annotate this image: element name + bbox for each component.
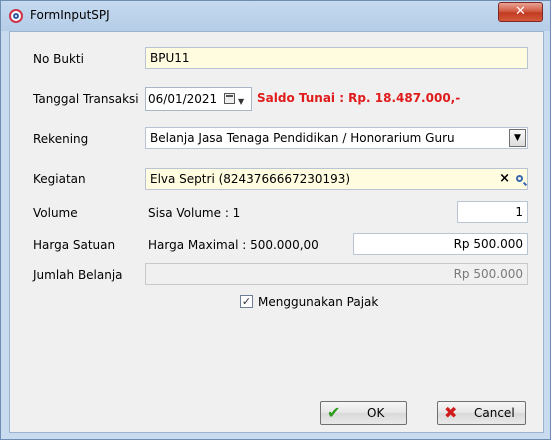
jumlah-belanja-output: Rp 500.000 xyxy=(145,263,528,285)
rekening-select[interactable]: Belanja Jasa Tenaga Pendidikan / Honorar… xyxy=(145,127,528,149)
saldo-tunai-text: Saldo Tunai : Rp. 18.487.000,- xyxy=(257,91,461,105)
chevron-down-icon[interactable]: ▼ xyxy=(238,91,244,113)
rekening-label: Rekening xyxy=(33,132,89,146)
kegiatan-label: Kegiatan xyxy=(33,172,86,186)
close-button[interactable]: ✕ xyxy=(498,2,543,22)
volume-label: Volume xyxy=(33,206,78,220)
form-window: FormInputSPJ ✕ No Bukti BPU11 Tanggal Tr… xyxy=(0,0,551,440)
kegiatan-value: Elva Septri (8243766667230193) xyxy=(150,172,351,186)
rekening-value: Belanja Jasa Tenaga Pendidikan / Honorar… xyxy=(150,131,455,145)
harga-maximal-text: Harga Maximal : 500.000,00 xyxy=(148,238,319,252)
tanggal-date-picker[interactable]: 06/01/2021 ▼ xyxy=(145,87,252,111)
tanggal-value: 06/01/2021 xyxy=(148,92,218,106)
app-icon xyxy=(9,9,23,23)
clear-icon[interactable]: × xyxy=(499,169,510,189)
pajak-label[interactable]: Menggunakan Pajak xyxy=(258,295,378,309)
cancel-icon: ✖ xyxy=(444,403,458,422)
title-bar[interactable]: FormInputSPJ ✕ xyxy=(1,1,550,31)
no-bukti-label: No Bukti xyxy=(33,52,84,66)
no-bukti-input[interactable]: BPU11 xyxy=(145,47,528,69)
harga-satuan-input[interactable]: Rp 500.000 xyxy=(353,233,528,255)
kegiatan-lookup[interactable]: Elva Septri (8243766667230193) × xyxy=(145,168,528,190)
cancel-label: Cancel xyxy=(474,406,515,420)
tanggal-label: Tanggal Transaksi xyxy=(33,92,139,106)
search-icon[interactable] xyxy=(516,175,523,182)
harga-satuan-label: Harga Satuan xyxy=(33,238,116,252)
calendar-icon[interactable] xyxy=(224,93,235,104)
cancel-button[interactable]: ✖ Cancel xyxy=(437,401,526,425)
volume-input[interactable]: 1 xyxy=(457,201,528,223)
ok-button[interactable]: ✔ OK xyxy=(320,401,407,425)
rekening-dropdown-button[interactable]: ▼ xyxy=(509,129,526,147)
sisa-volume-text: Sisa Volume : 1 xyxy=(148,206,241,220)
check-icon: ✔ xyxy=(327,403,341,422)
form-body: No Bukti BPU11 Tanggal Transaksi 06/01/2… xyxy=(9,31,544,433)
window-title: FormInputSPJ xyxy=(30,8,110,22)
pajak-checkbox[interactable]: ✓ xyxy=(240,295,253,308)
ok-label: OK xyxy=(367,406,385,420)
jumlah-belanja-label: Jumlah Belanja xyxy=(33,268,123,282)
